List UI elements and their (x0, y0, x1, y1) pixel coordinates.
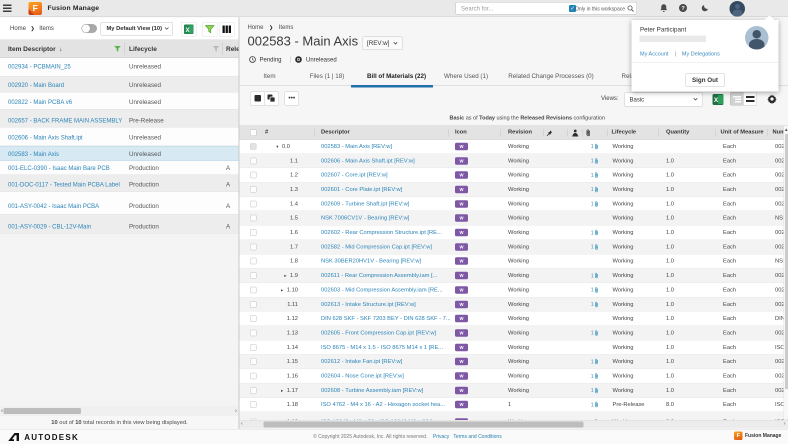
svg-text:X: X (185, 28, 189, 34)
